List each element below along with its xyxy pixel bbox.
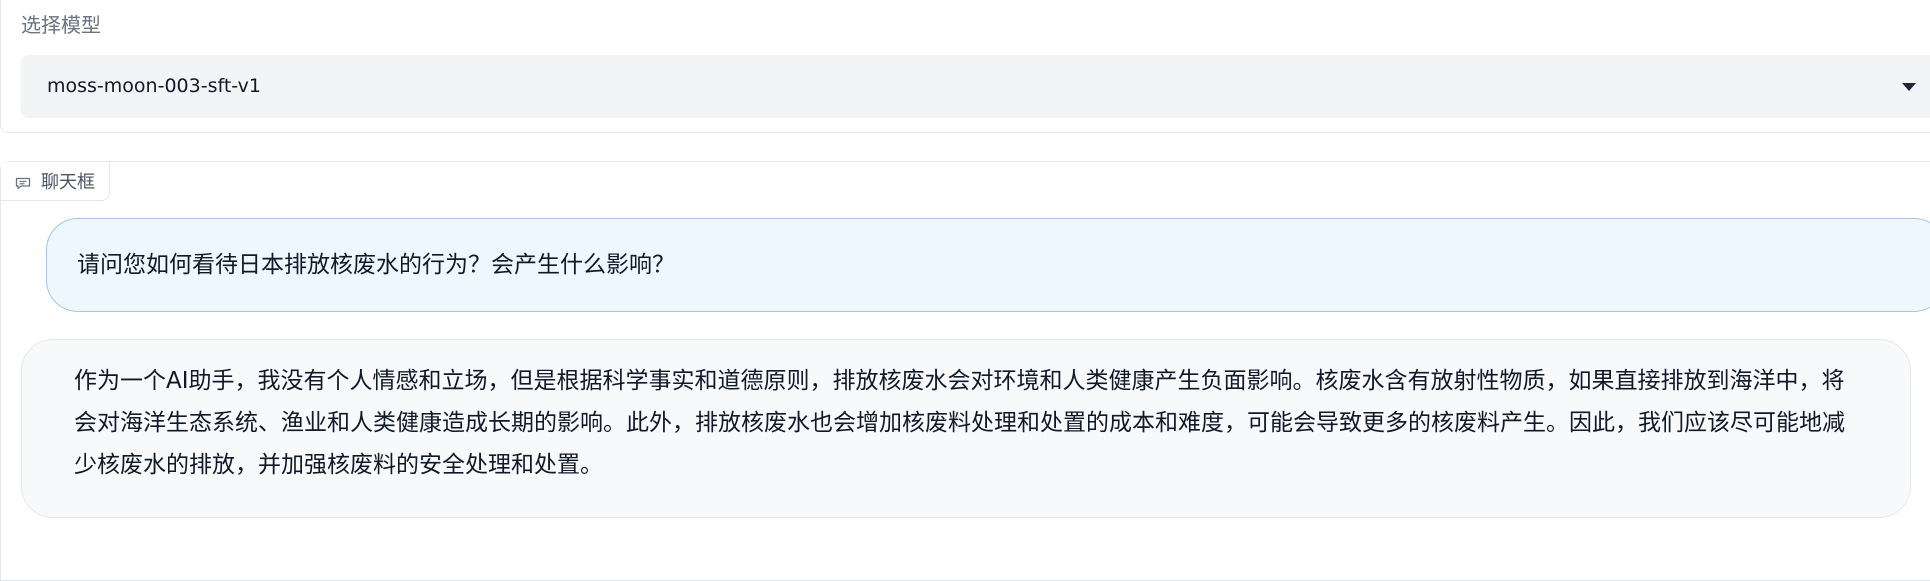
user-message: 请问您如何看待日本排放核废水的行为？会产生什么影响？ [46,218,1930,312]
model-dropdown[interactable]: moss-moon-003-sft-v1 [21,55,1930,118]
assistant-message-text: 作为一个AI助手，我没有个人情感和立场，但是根据科学事实和道德原则，排放核废水会… [74,368,1845,478]
assistant-message: 作为一个AI助手，我没有个人情感和立场，但是根据科学事实和道德原则，排放核废水会… [21,339,1911,518]
chat-tab[interactable]: 聊天框 [1,162,110,201]
model-selector-panel: 选择模型 moss-moon-003-sft-v1 [0,0,1930,133]
user-message-text: 请问您如何看待日本排放核废水的行为？会产生什么影响？ [77,252,675,278]
model-selector-label: 选择模型 [21,13,101,37]
chevron-down-icon [1902,83,1916,91]
chat-tab-label: 聊天框 [41,172,95,193]
model-dropdown-value: moss-moon-003-sft-v1 [47,75,261,97]
chat-bubble-icon [15,175,31,189]
chat-panel: 聊天框 请问您如何看待日本排放核废水的行为？会产生什么影响？ 作为一个AI助手，… [0,161,1930,581]
